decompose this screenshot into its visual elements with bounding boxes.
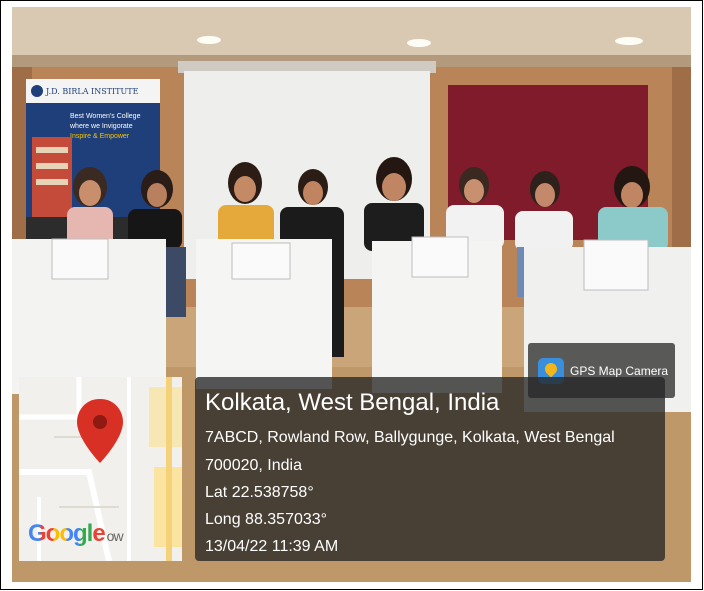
banner-line1: Best Women's College [70, 113, 141, 120]
banner-institute: J.D. BIRLA INSTITUTE [45, 87, 139, 96]
longitude: Long 88.357033° [205, 511, 328, 528]
banner-line3: Inspire & Empower [70, 133, 130, 140]
google-logo-text: Google [28, 520, 106, 547]
google-logo: Google ow [28, 520, 124, 548]
address-line-1: 7ABCD, Rowland Row, Ballygunge, Kolkata,… [205, 429, 615, 446]
location-info-panel: Kolkata, West Bengal, India 7ABCD, Rowla… [195, 377, 665, 561]
timestamp: 13/04/22 11:39 AM [205, 538, 339, 555]
event-photo: J.D. BIRLA INSTITUTE Best Women's Colleg… [12, 7, 691, 582]
address-line-2: 700020, India [205, 457, 302, 474]
banner-line2: where we Invigorate [69, 123, 133, 130]
latitude: Lat 22.538758° [205, 484, 314, 501]
gps-badge-label: GPS Map Camera [570, 363, 669, 378]
map-thumbnail: Google ow [19, 377, 182, 561]
location-title: Kolkata, West Bengal, India [205, 389, 500, 416]
map-street-fragment: ow [106, 528, 124, 544]
